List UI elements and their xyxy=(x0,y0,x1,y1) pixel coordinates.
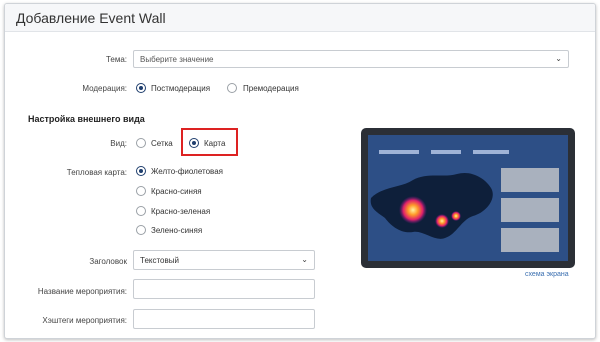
header-select-value: Текстовый xyxy=(140,255,179,265)
screen-title-bar-3 xyxy=(473,150,509,154)
option-yellow-purple[interactable]: Желто-фиолетовая xyxy=(151,167,223,176)
heatmap-label: Тепловая карта: xyxy=(66,168,127,177)
dialog-header: Добавление Event Wall xyxy=(5,4,595,32)
heat-spot-medium xyxy=(435,214,449,228)
header-select[interactable]: Текстовый ⌄ xyxy=(133,250,315,270)
option-green-blue[interactable]: Зелено-синяя xyxy=(151,226,202,235)
event-wall-dialog: Добавление Event Wall Тема: Выберите зна… xyxy=(4,3,596,339)
option-grid[interactable]: Сетка xyxy=(151,139,173,148)
moderation-label: Модерация: xyxy=(82,84,127,93)
radio-premoderation[interactable] xyxy=(227,83,237,93)
option-postmoderation[interactable]: Постмодерация xyxy=(151,84,210,93)
radio-green-blue[interactable] xyxy=(136,225,146,235)
option-premoderation[interactable]: Премодерация xyxy=(243,84,299,93)
screen-title-bar-1 xyxy=(379,150,419,154)
appearance-section-title: Настройка внешнего вида xyxy=(28,114,145,124)
screen-panel-2 xyxy=(501,198,559,222)
theme-select[interactable]: Выберите значение ⌄ xyxy=(133,50,569,68)
chevron-down-icon: ⌄ xyxy=(301,255,308,264)
event-name-label: Название мероприятия: xyxy=(37,287,127,296)
event-name-input[interactable] xyxy=(133,279,315,299)
radio-grid[interactable] xyxy=(136,138,146,148)
radio-yellow-purple[interactable] xyxy=(136,166,146,176)
radio-red-blue[interactable] xyxy=(136,186,146,196)
screen-title-bar-2 xyxy=(431,150,461,154)
radio-red-green[interactable] xyxy=(136,206,146,216)
hashtags-input[interactable] xyxy=(133,309,315,329)
screen-panel-3 xyxy=(501,228,559,252)
hashtags-label: Хэштеги мероприятия: xyxy=(42,316,127,325)
heat-spot-large xyxy=(399,196,427,224)
view-label: Вид: xyxy=(110,139,127,148)
radio-postmoderation[interactable] xyxy=(136,83,146,93)
chevron-down-icon: ⌄ xyxy=(555,54,562,63)
preview-caption[interactable]: схема экрана xyxy=(525,271,569,278)
heat-spot-small xyxy=(451,211,461,221)
option-map[interactable]: Карта xyxy=(204,139,225,148)
option-red-blue[interactable]: Красно-синяя xyxy=(151,187,202,196)
radio-map[interactable] xyxy=(189,138,199,148)
screen-preview-image xyxy=(361,128,575,268)
dialog-title: Добавление Event Wall xyxy=(16,10,166,26)
header-select-label: Заголовок xyxy=(89,257,127,266)
option-red-green[interactable]: Красно-зеленая xyxy=(151,207,210,216)
theme-select-placeholder: Выберите значение xyxy=(140,54,214,64)
theme-label: Тема: xyxy=(105,55,127,64)
screen-panel-1 xyxy=(501,168,559,192)
